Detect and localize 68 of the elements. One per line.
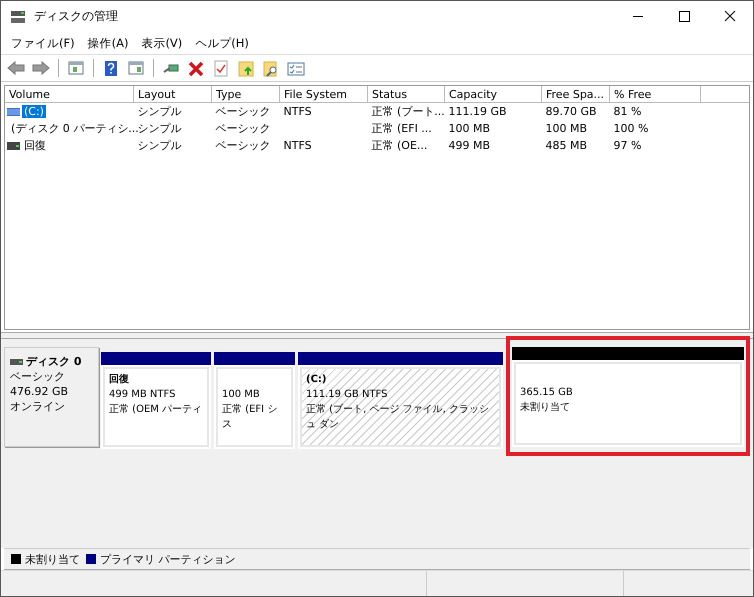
column-header[interactable]: Status	[368, 86, 444, 102]
column-header[interactable]: Type	[212, 86, 280, 102]
table-cell: 100 MB	[546, 122, 588, 135]
disk-info-panel[interactable]: ディスク 0 ベーシック 476.92 GB オンライン	[4, 347, 99, 447]
disk-drive-icon	[10, 10, 26, 24]
table-cell: ベーシック	[216, 122, 270, 135]
table-cell: NTFS	[284, 105, 312, 118]
table-cell: NTFS	[284, 139, 312, 152]
column-header[interactable]: Free Spa...	[542, 86, 610, 102]
partition-size: 365.15 GB	[520, 386, 574, 400]
back-arrow-icon[interactable]	[7, 60, 25, 76]
checked-document-icon[interactable]	[212, 60, 230, 76]
column-header[interactable]: Layout	[134, 86, 212, 102]
legend-label: プライマリ パーティション	[100, 552, 236, 566]
partition-status: 正常 (OEM パーティ	[109, 402, 203, 417]
table-cell: ベーシック	[216, 139, 270, 152]
help-icon[interactable]	[102, 60, 120, 76]
partition-block[interactable]: 回復 499 MB NTFS 正常 (OEM パーティ	[101, 352, 211, 449]
partition-block[interactable]: 100 MB 正常 (EFI シス	[214, 352, 295, 449]
partition-status: 未割り当て	[520, 400, 571, 415]
partition-name: 回復	[109, 372, 130, 387]
disk-size: 476.92 GB	[10, 384, 70, 399]
table-cell: 89.70 GB	[546, 105, 597, 118]
partition-size: 100 MB	[222, 388, 261, 402]
table-cell: 正常 (ブート...	[372, 105, 444, 118]
table-cell: 100 MB	[448, 122, 490, 135]
disk-name: ディスク 0	[26, 354, 82, 369]
delete-icon[interactable]	[187, 60, 205, 76]
disk-status: オンライン	[10, 399, 66, 414]
table-cell: 正常 (EFI ...	[372, 122, 432, 135]
forward-arrow-icon[interactable]	[32, 60, 50, 76]
column-header[interactable]: Capacity	[444, 86, 542, 102]
table-cell: 485 MB	[546, 139, 588, 152]
disk-type: ベーシック	[10, 369, 66, 384]
table-cell: 100 %	[614, 122, 648, 135]
partition-status: 正常 (ブート, ページ ファイル, クラッシュ ダン	[306, 402, 490, 432]
volume-list-entry[interactable]: 回復	[22, 138, 48, 153]
panel-icon[interactable]	[127, 60, 145, 76]
partition-name: (C:)	[306, 373, 328, 387]
window-title: ディスクの管理	[34, 8, 119, 25]
table-cell: 81 %	[614, 105, 642, 118]
partition-block[interactable]: 365.15 GB 未割り当て	[512, 347, 744, 447]
partition-status: 正常 (EFI シス	[222, 402, 278, 432]
table-cell: 111.19 GB	[448, 105, 507, 118]
menu-item[interactable]: ヘルプ(H)	[195, 36, 249, 50]
drive-icon	[7, 142, 20, 150]
table-cell: シンプル	[138, 122, 182, 135]
partition-block[interactable]: (C:) 111.19 GB NTFS 正常 (ブート, ページ ファイル, クラッシュ ダン	[298, 352, 503, 449]
table-cell: シンプル	[138, 105, 182, 118]
striped-drive-icon	[7, 108, 20, 116]
menu-item[interactable]: ファイル(F)	[11, 36, 75, 50]
partition-size: 111.19 GB NTFS	[306, 388, 388, 402]
table-cell: シンプル	[138, 139, 182, 152]
panel-icon[interactable]	[67, 60, 85, 76]
table-cell: 499 MB	[448, 139, 490, 152]
volume-list-entry[interactable]: (C:)	[22, 105, 46, 118]
partition-size: 499 MB NTFS	[109, 388, 176, 402]
drive-icon	[10, 358, 23, 364]
column-header[interactable]: File System	[280, 86, 368, 102]
table-cell: 正常 (OE...	[372, 139, 428, 152]
legend-label: 未割り当て	[25, 552, 80, 566]
table-cell: ベーシック	[216, 105, 270, 118]
column-header[interactable]: % Free	[610, 86, 700, 102]
table-cell: 97 %	[614, 139, 642, 152]
menu-item[interactable]: 表示(V)	[141, 36, 182, 50]
checklist-icon[interactable]	[287, 60, 305, 76]
menu-item[interactable]: 操作(A)	[88, 36, 128, 50]
column-header[interactable]: Volume	[5, 86, 134, 102]
